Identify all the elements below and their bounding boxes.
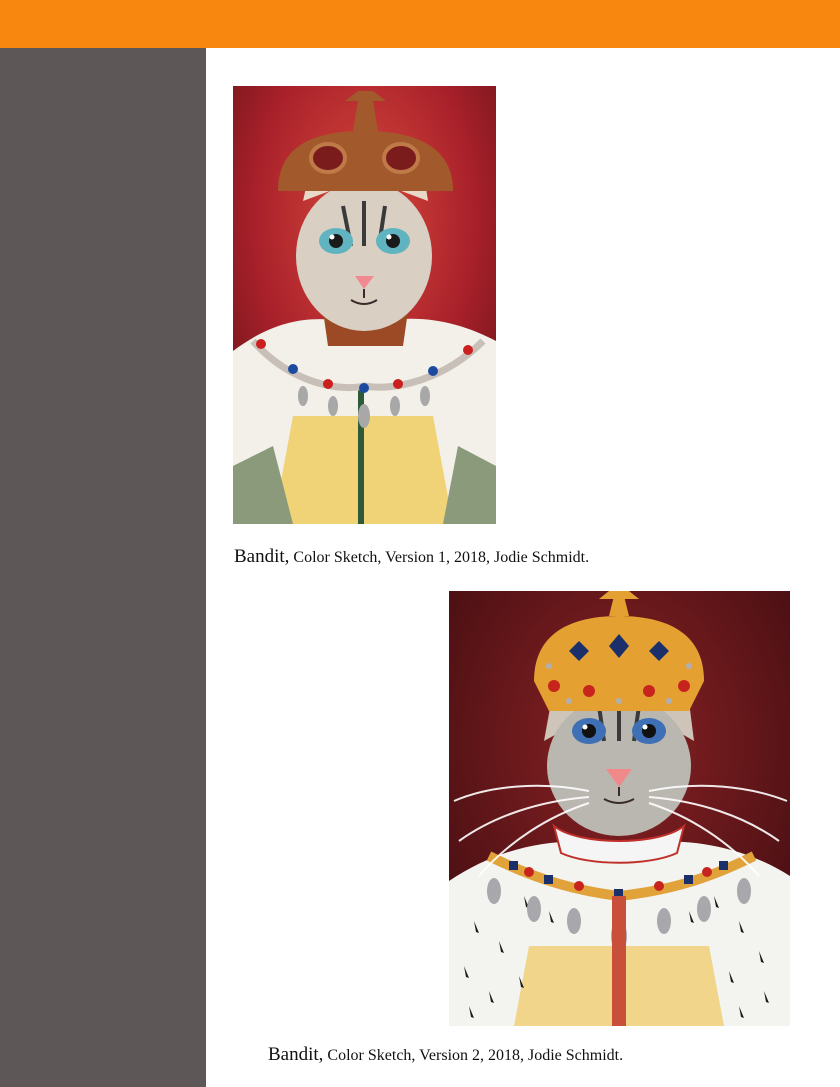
figure-caption-2: Bandit, Color Sketch, Version 2, 2018, J… <box>268 1044 623 1066</box>
header-accent-bar <box>0 0 840 48</box>
caption-details: Color Sketch, Version 1, 2018, Jodie Sch… <box>293 549 590 566</box>
figure-caption-1: Bandit, Color Sketch, Version 1, 2018, J… <box>234 546 589 568</box>
painting-version-2 <box>449 591 790 1026</box>
cat-king-painting-1 <box>233 86 496 524</box>
painting-version-1 <box>233 86 496 524</box>
cat-king-painting-2 <box>449 591 790 1026</box>
caption-title: Bandit, <box>234 546 290 567</box>
caption-details: Color Sketch, Version 2, 2018, Jodie Sch… <box>327 1047 624 1064</box>
caption-title: Bandit, <box>268 1044 324 1065</box>
sidebar-panel <box>0 48 206 1087</box>
